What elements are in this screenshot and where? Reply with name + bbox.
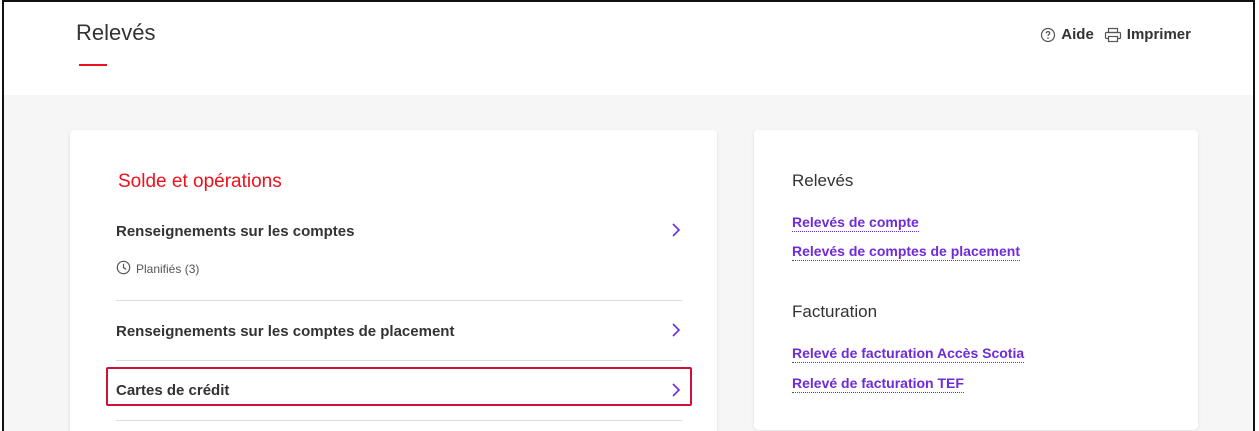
statements-title: Relevés xyxy=(792,171,854,190)
scheduled-status: Planifiés (3) xyxy=(116,260,199,278)
account-statements-link[interactable]: Relevés de compte xyxy=(792,214,919,232)
scheduled-label: Planifiés (3) xyxy=(136,262,200,276)
print-label: Imprimer xyxy=(1126,26,1191,43)
page-header: Relevés Aide Imprimer xyxy=(4,2,1253,95)
header-actions: Aide Imprimer xyxy=(1040,26,1191,43)
app-frame: Relevés Aide Imprimer Solde et opération… xyxy=(2,0,1255,431)
item-label: Renseignements sur les comptes de placem… xyxy=(116,323,455,340)
billing-title: Facturation xyxy=(792,302,878,321)
scotia-billing-link[interactable]: Relevé de facturation Accès Scotia xyxy=(792,345,1025,363)
divider xyxy=(116,420,682,421)
printer-icon xyxy=(1104,27,1122,43)
item-label: Cartes de crédit xyxy=(116,382,230,399)
page-title: Relevés xyxy=(76,20,156,45)
balance-card: Solde et opérations Renseignements sur l… xyxy=(70,130,717,431)
help-label: Aide xyxy=(1061,26,1094,43)
statements-card: Relevés Relevés de compte Relevés de com… xyxy=(754,130,1198,430)
chevron-right-icon xyxy=(670,322,682,338)
chevron-right-icon xyxy=(670,222,682,238)
section-title: Solde et opérations xyxy=(118,171,282,192)
chevron-right-icon xyxy=(670,382,682,398)
title-underline xyxy=(79,64,107,66)
help-icon xyxy=(1040,27,1056,43)
investment-statements-link[interactable]: Relevés de comptes de placement xyxy=(792,243,1020,261)
credit-cards-item[interactable]: Cartes de crédit xyxy=(116,376,682,406)
help-link[interactable]: Aide xyxy=(1040,26,1094,43)
item-label: Renseignements sur les comptes xyxy=(116,223,355,240)
eft-billing-link[interactable]: Relevé de facturation TEF xyxy=(792,375,964,393)
print-link[interactable]: Imprimer xyxy=(1104,26,1191,43)
investment-accounts-item[interactable]: Renseignements sur les comptes de placem… xyxy=(116,320,682,360)
clock-icon xyxy=(116,260,131,278)
divider xyxy=(116,360,682,361)
account-info-item[interactable]: Renseignements sur les comptes Planifiés… xyxy=(116,220,682,300)
divider xyxy=(116,300,682,301)
